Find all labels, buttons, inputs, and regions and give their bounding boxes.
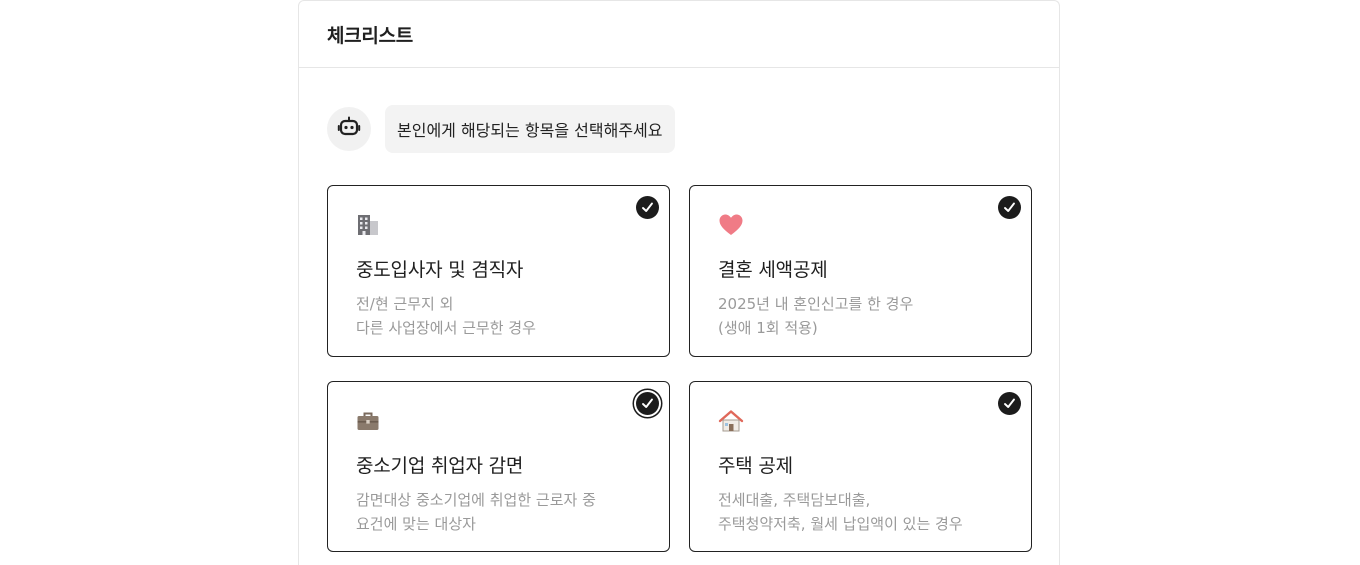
card-description-line: 요건에 맞는 대상자 xyxy=(356,515,476,533)
option-card-sme-employee-reduction[interactable]: 중소기업 취업자 감면 감면대상 중소기업에 취업한 근로자 중 요건에 맞는 … xyxy=(327,381,670,552)
card-description-line: 전세대출, 주택담보대출, xyxy=(718,491,871,509)
card-description: 2025년 내 혼인신고를 한 경우 (생애 1회 적용) xyxy=(718,292,1003,340)
check-icon xyxy=(636,392,659,415)
card-description-line: 감면대상 중소기업에 취업한 근로자 중 xyxy=(356,491,596,509)
card-title: 중도입사자 및 겸직자 xyxy=(356,259,524,281)
heart-icon xyxy=(718,212,744,238)
check-icon xyxy=(998,392,1021,415)
card-description-line: 다른 사업장에서 근무한 경우 xyxy=(356,319,536,337)
robot-icon xyxy=(337,115,361,143)
panel-header: 체크리스트 xyxy=(299,1,1059,68)
card-description: 감면대상 중소기업에 취업한 근로자 중 요건에 맞는 대상자 xyxy=(356,488,641,536)
card-description: 전세대출, 주택담보대출, 주택청약저축, 월세 납입액이 있는 경우 xyxy=(718,488,1003,536)
checklist-panel: 체크리스트 본인에게 해당되는 항목을 선택해주세요 중도입사자 및 겸직자 전… xyxy=(298,0,1060,565)
card-title: 중소기업 취업자 감면 xyxy=(356,455,524,477)
option-card-marriage-credit[interactable]: 결혼 세액공제 2025년 내 혼인신고를 한 경우 (생애 1회 적용) xyxy=(689,185,1032,357)
check-icon xyxy=(636,196,659,219)
briefcase-icon xyxy=(356,408,382,434)
card-description: 전/현 근무지 외 다른 사업장에서 근무한 경우 xyxy=(356,292,641,340)
card-description-line: 전/현 근무지 외 xyxy=(356,295,454,313)
card-title: 결혼 세액공제 xyxy=(718,259,828,281)
assistant-message-row: 본인에게 해당되는 항목을 선택해주세요 xyxy=(327,105,675,153)
card-description-line: 2025년 내 혼인신고를 한 경우 xyxy=(718,295,914,313)
house-icon xyxy=(718,408,744,434)
card-description-line: (생애 1회 적용) xyxy=(718,319,818,337)
option-card-grid: 중도입사자 및 겸직자 전/현 근무지 외 다른 사업장에서 근무한 경우 결혼… xyxy=(327,185,1032,552)
card-title: 주택 공제 xyxy=(718,455,793,477)
option-card-midyear-employee[interactable]: 중도입사자 및 겸직자 전/현 근무지 외 다른 사업장에서 근무한 경우 xyxy=(327,185,670,357)
office-building-icon xyxy=(356,212,382,238)
option-card-housing-deduction[interactable]: 주택 공제 전세대출, 주택담보대출, 주택청약저축, 월세 납입액이 있는 경… xyxy=(689,381,1032,552)
assistant-message-bubble: 본인에게 해당되는 항목을 선택해주세요 xyxy=(385,105,675,153)
check-icon xyxy=(998,196,1021,219)
assistant-avatar xyxy=(327,107,371,151)
page-title: 체크리스트 xyxy=(327,24,413,47)
card-description-line: 주택청약저축, 월세 납입액이 있는 경우 xyxy=(718,515,963,533)
